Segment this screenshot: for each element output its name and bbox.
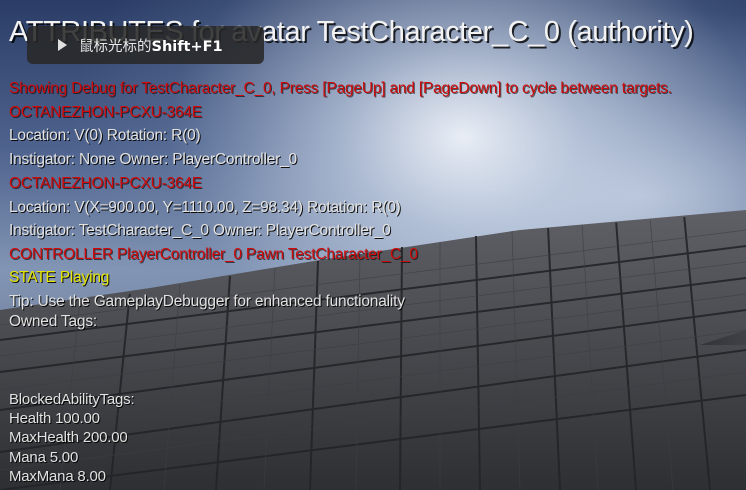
- attr-max-mana: MaxMana 8.00: [9, 468, 106, 485]
- attr-mana: Mana 5.00: [9, 449, 79, 466]
- debug-line-owned-tags: Owned Tags:: [9, 313, 97, 330]
- game-viewport[interactable]: ATTRIBUTES for avatar TestCharacter_C_0 …: [0, 0, 746, 490]
- shortcut-tooltip: 鼠标光标的Shift+F1: [27, 26, 264, 64]
- debug-line-controller: CONTROLLER PlayerController_0 Pawn TestC…: [9, 246, 418, 263]
- debug-line-location-2: Location: V(X=900.00, Y=1110.00, Z=98.34…: [9, 199, 401, 216]
- debug-line-location-1: Location: V(0) Rotation: R(0): [9, 127, 201, 144]
- debug-line-machine-2: OCTANEZHON-PCXU-364E: [9, 175, 202, 192]
- cursor-arrow-icon: [58, 39, 67, 51]
- debug-line-tip: Tip: Use the GameplayDebugger for enhanc…: [9, 293, 405, 310]
- tooltip-text: 鼠标光标的Shift+F1: [79, 38, 223, 55]
- debug-line-state: STATE Playing: [9, 269, 110, 286]
- attr-max-health: MaxHealth 200.00: [9, 429, 128, 446]
- debug-line-machine-1: OCTANEZHON-PCXU-364E: [9, 104, 202, 121]
- attr-health: Health 100.00: [9, 410, 100, 427]
- tooltip-shortcut: Shift+F1: [151, 38, 223, 55]
- debug-line-showing: Showing Debug for TestCharacter_C_0, Pre…: [9, 80, 672, 97]
- debug-line-instigator-1: Instigator: None Owner: PlayerController…: [9, 151, 297, 168]
- debug-line-instigator-2: Instigator: TestCharacter_C_0 Owner: Pla…: [9, 222, 391, 239]
- attr-blocked-ability-tags: BlockedAbilityTags:: [9, 391, 135, 408]
- debug-overlay: ATTRIBUTES for avatar TestCharacter_C_0 …: [0, 0, 746, 490]
